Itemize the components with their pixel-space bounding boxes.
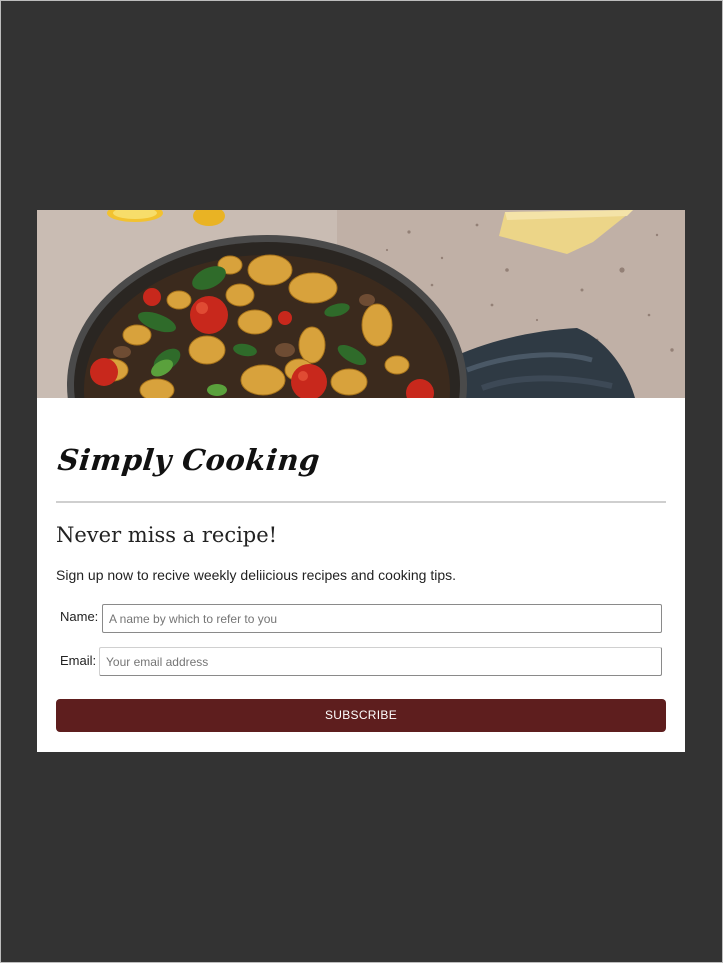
name-input[interactable] xyxy=(102,604,662,633)
subscribe-button[interactable]: SUBSCRIBE xyxy=(56,699,666,732)
email-label: Email: xyxy=(60,653,97,668)
hero-food-image xyxy=(37,210,685,398)
name-label: Name: xyxy=(60,609,99,624)
signup-description: Sign up now to recive weekly deliicious … xyxy=(56,567,456,583)
email-input[interactable] xyxy=(99,647,662,676)
signup-headline: Never miss a recipe! xyxy=(56,523,278,547)
signup-card: Simply Cooking Never miss a recipe! Sign… xyxy=(37,210,685,752)
brand-title: Simply Cooking xyxy=(56,443,322,477)
divider xyxy=(56,501,666,503)
